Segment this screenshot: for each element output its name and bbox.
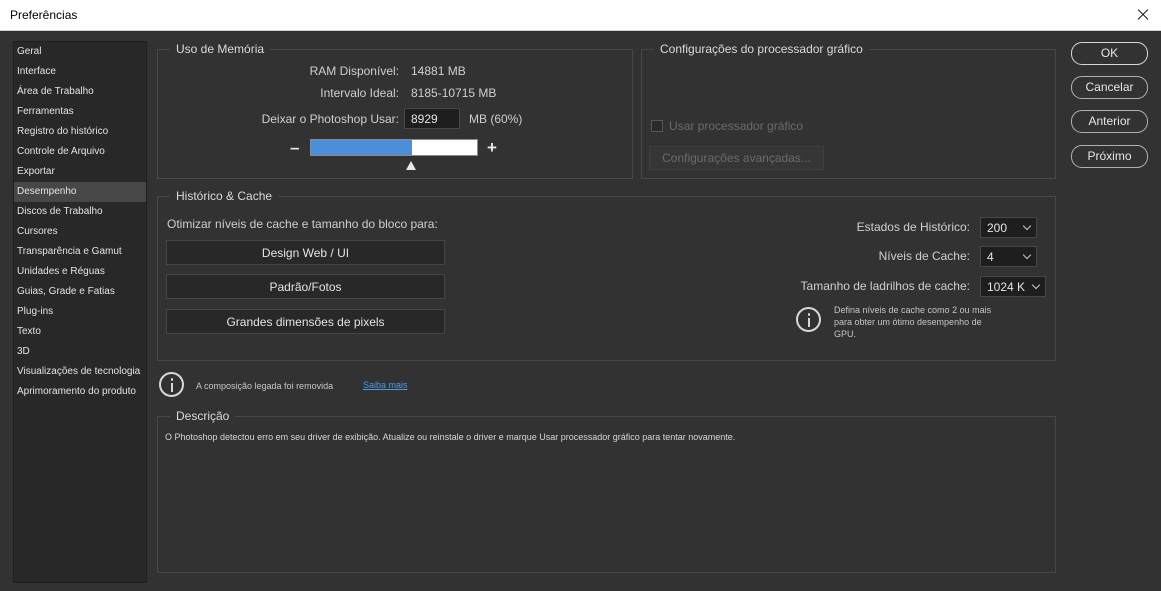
sidebar-item-type[interactable]: Texto	[14, 322, 146, 342]
info-icon	[159, 372, 184, 397]
cache-levels-label: Níveis de Cache:	[878, 249, 970, 263]
memory-usage-title: Uso de Memória	[170, 42, 271, 57]
memory-slider-handle[interactable]	[405, 161, 416, 170]
previous-button[interactable]: Anterior	[1071, 110, 1148, 133]
category-list[interactable]: Geral Interface Área de Trabalho Ferrame…	[13, 41, 147, 583]
sidebar-item-plugins[interactable]: Plug-ins	[14, 302, 146, 322]
sidebar-item-history-log[interactable]: Registro do histórico	[14, 122, 146, 142]
sidebar-item-units[interactable]: Unidades e Réguas	[14, 262, 146, 282]
cache-tile-size-value: 1024 K	[987, 280, 1026, 294]
memory-use-suffix: MB (60%)	[469, 112, 523, 126]
memory-use-input[interactable]: 8929	[404, 108, 460, 129]
cache-hint-line: GPU.	[834, 329, 857, 339]
sidebar-item-scratch-disks[interactable]: Discos de Trabalho	[14, 202, 146, 222]
advanced-settings-button[interactable]: Configurações avançadas...	[649, 146, 824, 170]
sidebar-item-product-improvement[interactable]: Aprimoramento do produto	[14, 382, 146, 402]
cache-hint-line: Defina níveis de cache como 2 ou mais	[834, 305, 992, 315]
default-photos-button[interactable]: Padrão/Fotos	[166, 274, 445, 299]
description-title: Descrição	[170, 409, 236, 424]
ram-available-label: RAM Disponível:	[309, 64, 399, 78]
decrease-memory-button[interactable]: –	[290, 139, 299, 156]
ok-button[interactable]: OK	[1071, 42, 1148, 65]
huge-pixel-dimensions-button[interactable]: Grandes dimensões de pixels	[166, 309, 445, 334]
ideal-range-label: Intervalo Ideal:	[320, 86, 399, 100]
window-title: Preferências	[10, 8, 78, 22]
history-cache-title: Histórico & Cache	[170, 189, 279, 204]
use-gpu-checkbox[interactable]	[651, 120, 663, 132]
chevron-down-icon	[1022, 250, 1032, 262]
chevron-down-icon	[1031, 280, 1041, 292]
sidebar-item-export[interactable]: Exportar	[14, 162, 146, 182]
legacy-compositing-notice: A composição legada foi removida	[196, 381, 334, 391]
history-states-label: Estados de Histórico:	[856, 220, 970, 234]
cache-tile-size-label: Tamanho de ladrilhos de cache:	[800, 279, 970, 293]
gpu-settings-title: Configurações do processador gráfico	[654, 42, 869, 57]
sidebar-item-cursors[interactable]: Cursores	[14, 222, 146, 242]
cache-hint-line: para obter um ótimo desempenho de	[834, 317, 982, 327]
cache-tile-size-select[interactable]: 1024 K	[980, 276, 1046, 297]
sidebar-item-tech-previews[interactable]: Visualizações de tecnologia	[14, 362, 146, 382]
increase-memory-button[interactable]: +	[487, 139, 497, 156]
web-ui-design-button[interactable]: Design Web / UI	[166, 240, 445, 265]
sidebar-item-geral[interactable]: Geral	[14, 42, 146, 62]
sidebar-item-workspace[interactable]: Área de Trabalho	[14, 82, 146, 102]
history-states-select[interactable]: 200	[980, 217, 1037, 238]
info-icon	[796, 307, 821, 332]
cache-levels-select[interactable]: 4	[980, 246, 1037, 267]
cancel-button[interactable]: Cancelar	[1071, 76, 1148, 99]
sidebar-item-interface[interactable]: Interface	[14, 62, 146, 82]
sidebar-item-tools[interactable]: Ferramentas	[14, 102, 146, 122]
title-bar: Preferências	[0, 0, 1161, 31]
memory-slider-fill	[311, 140, 412, 155]
history-states-value: 200	[987, 221, 1008, 235]
ideal-range-value: 8185-10715 MB	[411, 86, 497, 100]
learn-more-link[interactable]: Saiba mais	[363, 380, 408, 390]
cache-hint: Defina níveis de cache como 2 ou mais pa…	[834, 304, 991, 340]
sidebar-item-guides[interactable]: Guias, Grade e Fatias	[14, 282, 146, 302]
close-icon[interactable]	[1131, 3, 1155, 27]
sidebar-item-transparency[interactable]: Transparência e Gamut	[14, 242, 146, 262]
sidebar-item-3d[interactable]: 3D	[14, 342, 146, 362]
sidebar-item-performance[interactable]: Desempenho	[14, 182, 146, 202]
sidebar-item-file-handling[interactable]: Controle de Arquivo	[14, 142, 146, 162]
description-text: O Photoshop detectou erro em seu driver …	[165, 432, 736, 442]
ram-available-value: 14881 MB	[411, 64, 466, 78]
chevron-down-icon	[1022, 221, 1032, 233]
use-gpu-label: Usar processador gráfico	[669, 119, 804, 133]
let-photoshop-use-label: Deixar o Photoshop Usar:	[261, 112, 399, 126]
memory-slider[interactable]	[310, 139, 478, 156]
cache-levels-value: 4	[987, 250, 994, 264]
optimize-cache-label: Otimizar níveis de cache e tamanho do bl…	[167, 217, 438, 231]
dialog-body: Geral Interface Área de Trabalho Ferrame…	[0, 31, 1161, 591]
next-button[interactable]: Próximo	[1071, 145, 1148, 168]
